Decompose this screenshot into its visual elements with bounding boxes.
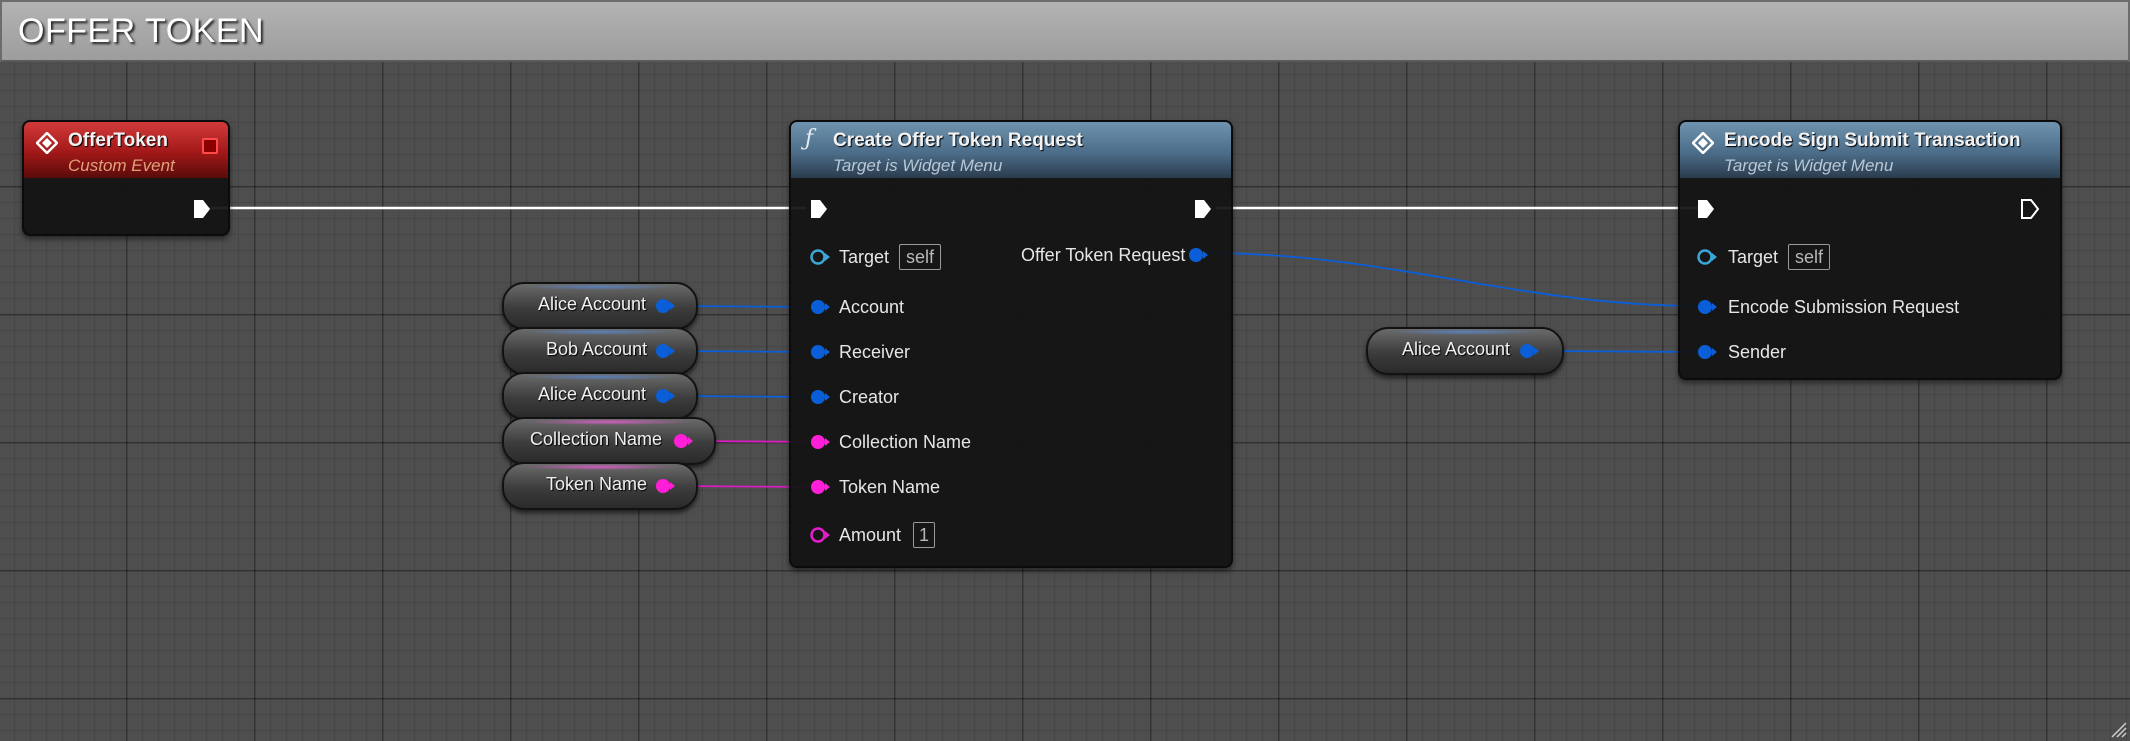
exec-in-pin[interactable]	[809, 198, 829, 220]
wire-offer-request	[1205, 252, 1701, 307]
variable-out-pin[interactable]	[1518, 342, 1540, 360]
delegate-pin-icon[interactable]	[202, 138, 218, 154]
target-default-field[interactable]: self	[899, 244, 942, 270]
exec-in-pin[interactable]	[1696, 198, 1716, 220]
variable-getter-node[interactable]: Alice Account	[502, 282, 698, 330]
exec-out-pin[interactable]	[1193, 198, 1213, 220]
variable-out-pin[interactable]	[654, 477, 676, 495]
creator-in-pin[interactable]	[809, 388, 831, 406]
collection-name-label: Collection Name	[839, 432, 972, 452]
exec-out-pin[interactable]	[192, 198, 212, 220]
offer-token-request-out-pin[interactable]	[1187, 246, 1209, 264]
target-label: Target	[1728, 247, 1779, 267]
variable-label: Token Name	[546, 474, 648, 494]
account-label: Account	[839, 297, 905, 317]
custom-event-subtitle: Custom Event	[68, 156, 175, 175]
variable-out-pin[interactable]	[654, 342, 676, 360]
variable-out-pin[interactable]	[672, 432, 694, 450]
encode-submission-request-label: Encode Submission Request	[1728, 297, 1960, 317]
custom-event-title: OfferToken	[68, 130, 168, 151]
encode-sign-submit-subtitle: Target is Widget Menu	[1724, 156, 1894, 175]
resize-grip-icon[interactable]	[2108, 719, 2128, 739]
event-diamond-icon	[36, 132, 58, 154]
target-label: Target	[839, 247, 890, 267]
sender-in-pin[interactable]	[1696, 343, 1718, 361]
exec-out-pin-unconnected[interactable]	[2020, 198, 2040, 220]
custom-event-node[interactable]: OfferToken Custom Event	[22, 120, 230, 236]
token-name-label: Token Name	[839, 477, 941, 497]
variable-label: Collection Name	[530, 429, 663, 449]
creator-label: Creator	[839, 387, 900, 407]
create-offer-token-request-title: Create Offer Token Request	[833, 130, 1083, 151]
variable-getter-node[interactable]: Alice Account	[502, 372, 698, 420]
target-pin-icon[interactable]	[1696, 248, 1718, 266]
create-offer-token-request-node[interactable]: ƒ Create Offer Token Request Target is W…	[789, 120, 1233, 568]
encode-sign-submit-title: Encode Sign Submit Transaction	[1724, 130, 2021, 151]
create-offer-token-request-subtitle: Target is Widget Menu	[833, 156, 1003, 175]
encode-submission-request-in-pin[interactable]	[1696, 298, 1718, 316]
variable-getter-node[interactable]: Alice Account	[1366, 327, 1564, 375]
variable-label: Alice Account	[538, 384, 647, 404]
function-icon: ƒ	[805, 126, 814, 151]
account-in-pin[interactable]	[809, 298, 831, 316]
variable-label: Alice Account	[1402, 339, 1511, 359]
variable-getter-node[interactable]: Bob Account	[502, 327, 698, 375]
variable-getter-node[interactable]: Collection Name	[502, 417, 716, 465]
target-pin-icon[interactable]	[809, 248, 831, 266]
target-default-field[interactable]: self	[1788, 244, 1831, 270]
variable-label: Alice Account	[538, 294, 647, 314]
variable-getter-node[interactable]: Token Name	[502, 462, 698, 510]
offer-token-request-label: Offer Token Request	[1021, 245, 1186, 265]
variable-out-pin[interactable]	[654, 387, 676, 405]
encode-sign-submit-node[interactable]: Encode Sign Submit Transaction Target is…	[1678, 120, 2062, 380]
token-name-in-pin[interactable]	[809, 478, 831, 496]
variable-out-pin[interactable]	[654, 297, 676, 315]
create-offer-token-request-header[interactable]: ƒ Create Offer Token Request Target is W…	[791, 122, 1231, 178]
amount-default-field[interactable]: 1	[913, 522, 936, 548]
variable-label: Bob Account	[546, 339, 648, 359]
custom-event-header[interactable]: OfferToken Custom Event	[24, 122, 228, 178]
amount-label: Amount	[839, 525, 902, 545]
receiver-in-pin[interactable]	[809, 343, 831, 361]
amount-in-pin[interactable]	[809, 526, 831, 544]
event-diamond-icon	[1692, 132, 1714, 154]
receiver-label: Receiver	[839, 342, 911, 362]
collection-name-in-pin[interactable]	[809, 433, 831, 451]
encode-sign-submit-header[interactable]: Encode Sign Submit Transaction Target is…	[1680, 122, 2060, 178]
sender-label: Sender	[1728, 342, 1787, 362]
